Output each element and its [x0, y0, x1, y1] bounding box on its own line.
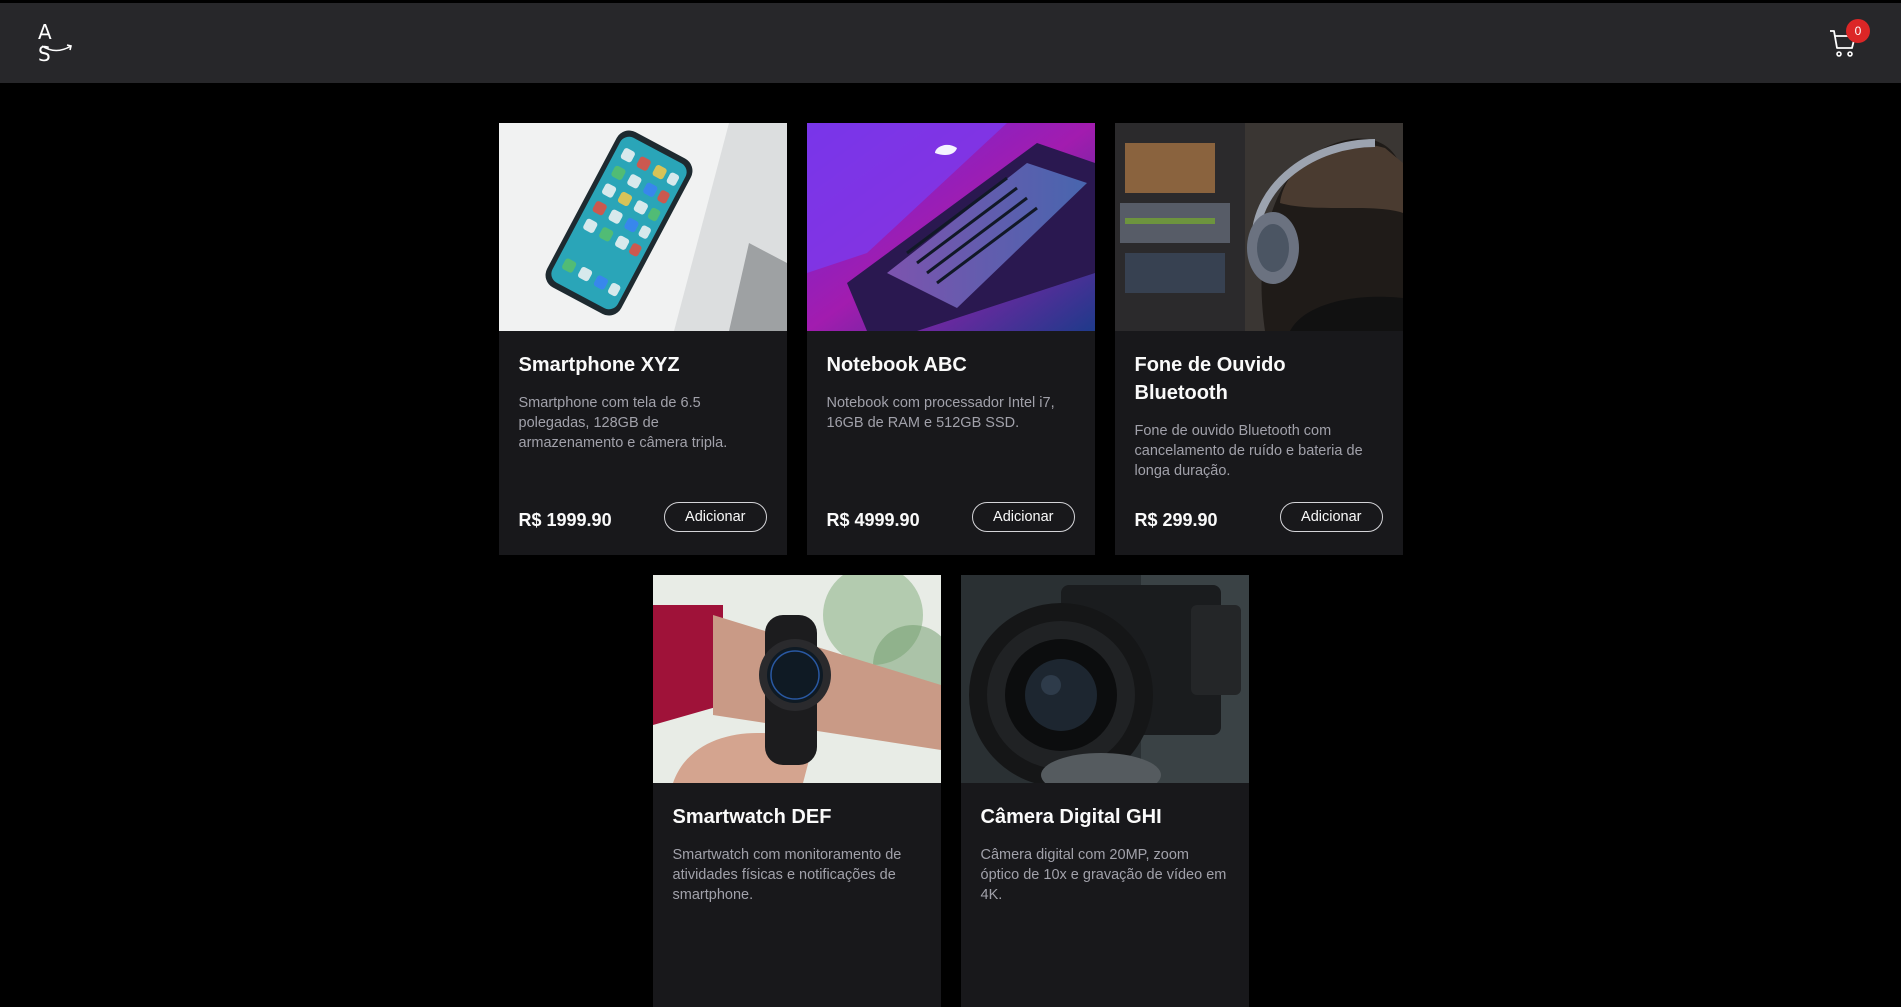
product-card: Notebook ABC Notebook com processador In…: [806, 123, 1095, 555]
product-price: R$ 299.90: [1134, 509, 1218, 530]
cart-count-badge: 0: [1846, 19, 1870, 43]
add-to-cart-button[interactable]: Adicionar: [664, 502, 767, 532]
product-description: Notebook com processador Intel i7, 16GB …: [826, 395, 1055, 431]
product-card: Smartphone XYZ Smartphone com tela de 6.…: [498, 123, 787, 555]
smartwatch-photo: [652, 575, 941, 783]
add-to-cart-button[interactable]: Adicionar: [1280, 502, 1383, 532]
product-price: R$ 1999.90: [518, 509, 612, 530]
product-description: Câmera digital com 20MP, zoom óptico de …: [980, 847, 1227, 903]
add-to-cart-button[interactable]: Adicionar: [972, 502, 1075, 532]
product-card: Câmera Digital GHI Câmera digital com 20…: [960, 575, 1249, 1007]
product-title: Smartwatch DEF: [672, 806, 832, 828]
camera-photo: [960, 575, 1249, 783]
smartphone-photo: [498, 123, 787, 331]
headphones-photo: [1114, 123, 1403, 331]
product-description: Smartwatch com monitoramento de atividad…: [672, 847, 902, 903]
product-card: Fone de Ouvido Bluetooth Fone de ouvido …: [1114, 123, 1403, 555]
product-title: Notebook ABC: [826, 354, 967, 376]
product-card: Smartwatch DEF Smartwatch com monitorame…: [652, 575, 941, 1007]
product-title: Câmera Digital GHI: [980, 806, 1162, 828]
navbar: A S 0: [0, 3, 1901, 83]
laptop-photo: [806, 123, 1095, 331]
product-description: Fone de ouvido Bluetooth com cancelament…: [1134, 423, 1363, 479]
product-title: Smartphone XYZ: [518, 354, 680, 376]
smile-arrow-icon: [41, 44, 72, 52]
product-description: Smartphone com tela de 6.5 polegadas, 12…: [518, 395, 728, 451]
product-title: Fone de Ouvido Bluetooth: [1134, 354, 1286, 404]
logo[interactable]: A S: [38, 21, 78, 65]
product-grid: Smartphone XYZ Smartphone com tela de 6.…: [0, 123, 1901, 1007]
product-price: R$ 4999.90: [826, 509, 920, 530]
